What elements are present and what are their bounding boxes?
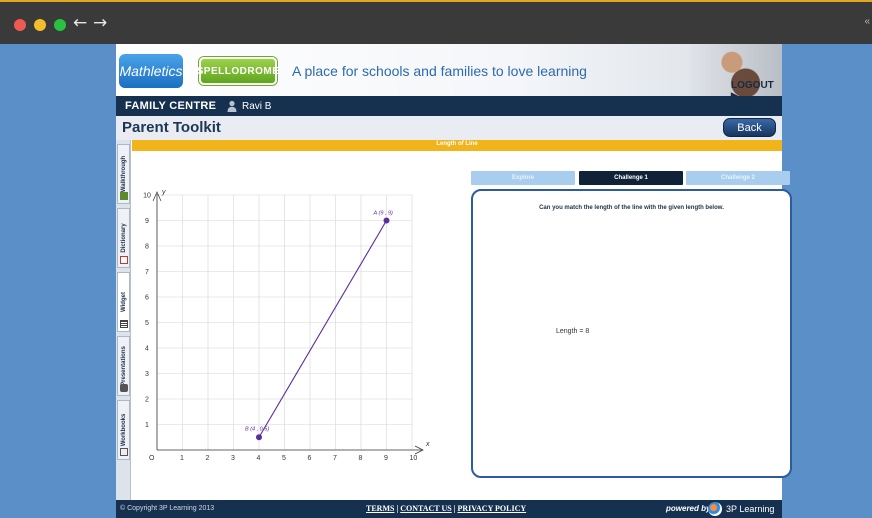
site-frame: Mathletics SPELLODROME A place for schoo… xyxy=(116,44,792,518)
y-tick-label: 3 xyxy=(145,371,149,378)
widget-panel: Length of Line x y O 1 2 3 4 5 6 7 8 9 10 1 2 3 4 5 6 7… xyxy=(132,140,792,496)
chrome-overflow-icon[interactable]: « xyxy=(864,16,870,27)
challenge-question: Can you match the length of the line wit… xyxy=(539,205,724,211)
tab-dictionary[interactable]: Dictionary xyxy=(117,208,130,268)
close-window-button[interactable] xyxy=(14,19,26,31)
tab-widget[interactable]: Widget xyxy=(117,272,130,332)
y-tick-label: 10 xyxy=(143,193,151,200)
x-tick-labels: 1 2 3 4 5 6 7 8 9 10 xyxy=(180,455,417,462)
3p-learning-logo-icon xyxy=(708,502,722,516)
y-tick-label: 7 xyxy=(145,269,149,276)
x-tick-label: 1 xyxy=(180,455,184,462)
origin-label: O xyxy=(149,455,155,462)
x-tick-label: 4 xyxy=(257,455,261,462)
x-tick-label: 6 xyxy=(308,455,312,462)
copyright-text: © Copyright 3P Learning 2013 xyxy=(120,505,215,512)
site-footer: © Copyright 3P Learning 2013 TERMS | CONTA… xyxy=(116,500,782,518)
tab-challenge-2[interactable]: Challenge 2 xyxy=(686,171,790,185)
powered-by-text: powered by: xyxy=(666,504,714,513)
point-b-label: B (4 , 0.5) xyxy=(245,426,269,432)
tab-walkthrough[interactable]: Walkthrough xyxy=(117,144,130,204)
family-centre-title: FAMILY CENTRE xyxy=(125,100,217,112)
y-tick-label: 8 xyxy=(145,244,149,251)
tab-label: Workbooks xyxy=(120,413,127,447)
tab-workbooks[interactable]: Workbooks xyxy=(117,400,130,460)
x-tick-label: 10 xyxy=(410,455,418,462)
site-banner: Mathletics SPELLODROME A place for schoo… xyxy=(116,44,782,96)
maximize-window-button[interactable] xyxy=(54,19,66,31)
y-tick-label: 6 xyxy=(145,295,149,302)
y-tick-label: 2 xyxy=(145,397,149,404)
forward-arrow-icon[interactable]: → xyxy=(93,13,107,33)
point-a-label: A (9 , 9) xyxy=(373,211,394,217)
y-axis-label: y xyxy=(161,189,166,196)
x-axis-label: x xyxy=(425,441,430,448)
widget-title: Length of Line xyxy=(436,141,478,147)
user-icon xyxy=(227,100,237,112)
x-tick-label: 7 xyxy=(333,455,337,462)
grid-lines xyxy=(157,194,413,450)
side-tabs: Walkthrough Dictionary Widget Presentati… xyxy=(116,140,131,500)
back-button[interactable]: Back xyxy=(723,118,776,137)
widget-title-bar: Length of Line xyxy=(132,140,782,151)
footer-links: TERMS | CONTACT US | PRIVACY POLICY xyxy=(366,504,527,513)
x-tick-label: 5 xyxy=(282,455,286,462)
banner-tagline: A place for schools and families to love… xyxy=(292,63,587,79)
tab-label: Widget xyxy=(120,292,127,312)
workbooks-icon xyxy=(120,448,128,456)
tab-explore[interactable]: Explore xyxy=(471,171,575,185)
x-tick-label: 8 xyxy=(359,455,363,462)
widget-icon xyxy=(120,320,128,328)
x-tick-label: 3 xyxy=(231,455,235,462)
tab-label: Dictionary xyxy=(120,223,127,253)
x-tick-label: 9 xyxy=(384,455,388,462)
y-tick-label: 9 xyxy=(145,218,149,225)
back-arrow-icon[interactable]: ← xyxy=(73,13,87,33)
line-segment xyxy=(258,220,387,438)
y-tick-labels: 1 2 3 4 5 6 7 8 9 10 xyxy=(143,193,151,430)
x-tick-label: 2 xyxy=(206,455,210,462)
privacy-link[interactable]: PRIVACY POLICY xyxy=(457,504,526,513)
y-tick-label: 5 xyxy=(145,320,149,327)
minimize-window-button[interactable] xyxy=(34,19,46,31)
y-tick-label: 4 xyxy=(145,346,149,353)
tab-challenge-1[interactable]: Challenge 1 xyxy=(579,171,683,185)
user-name[interactable]: Ravi B xyxy=(242,101,271,112)
contact-link[interactable]: CONTACT US xyxy=(400,504,452,513)
page-title: Parent Toolkit xyxy=(122,119,221,136)
browser-chrome: ← → « xyxy=(0,0,872,44)
presentations-icon xyxy=(120,384,128,392)
brand-name[interactable]: 3P Learning xyxy=(726,504,774,514)
walkthrough-icon xyxy=(120,192,128,200)
terms-link[interactable]: TERMS xyxy=(366,504,394,513)
target-length: Length = 8 xyxy=(556,328,590,335)
logout-button[interactable]: LOGOUT ▶ xyxy=(731,80,782,96)
family-centre-bar: FAMILY CENTRE Ravi B xyxy=(116,96,782,116)
tab-label: Walkthrough xyxy=(120,155,127,193)
tab-presentations[interactable]: Presentations xyxy=(117,336,130,396)
spellodrome-logo[interactable]: SPELLODROME xyxy=(197,57,279,85)
y-tick-label: 1 xyxy=(145,422,149,429)
challenge-box: Can you match the length of the line wit… xyxy=(471,189,792,478)
dictionary-icon xyxy=(120,256,128,264)
point-a[interactable] xyxy=(383,217,390,224)
tab-label: Presentations xyxy=(120,346,127,386)
point-b[interactable] xyxy=(256,434,262,441)
mathletics-logo[interactable]: Mathletics xyxy=(119,54,183,88)
coordinate-graph[interactable]: x y O 1 2 3 4 5 6 7 8 9 10 12345678910 A (9 , 9) … xyxy=(132,174,442,474)
toolkit-header: Parent Toolkit Back xyxy=(116,116,782,140)
